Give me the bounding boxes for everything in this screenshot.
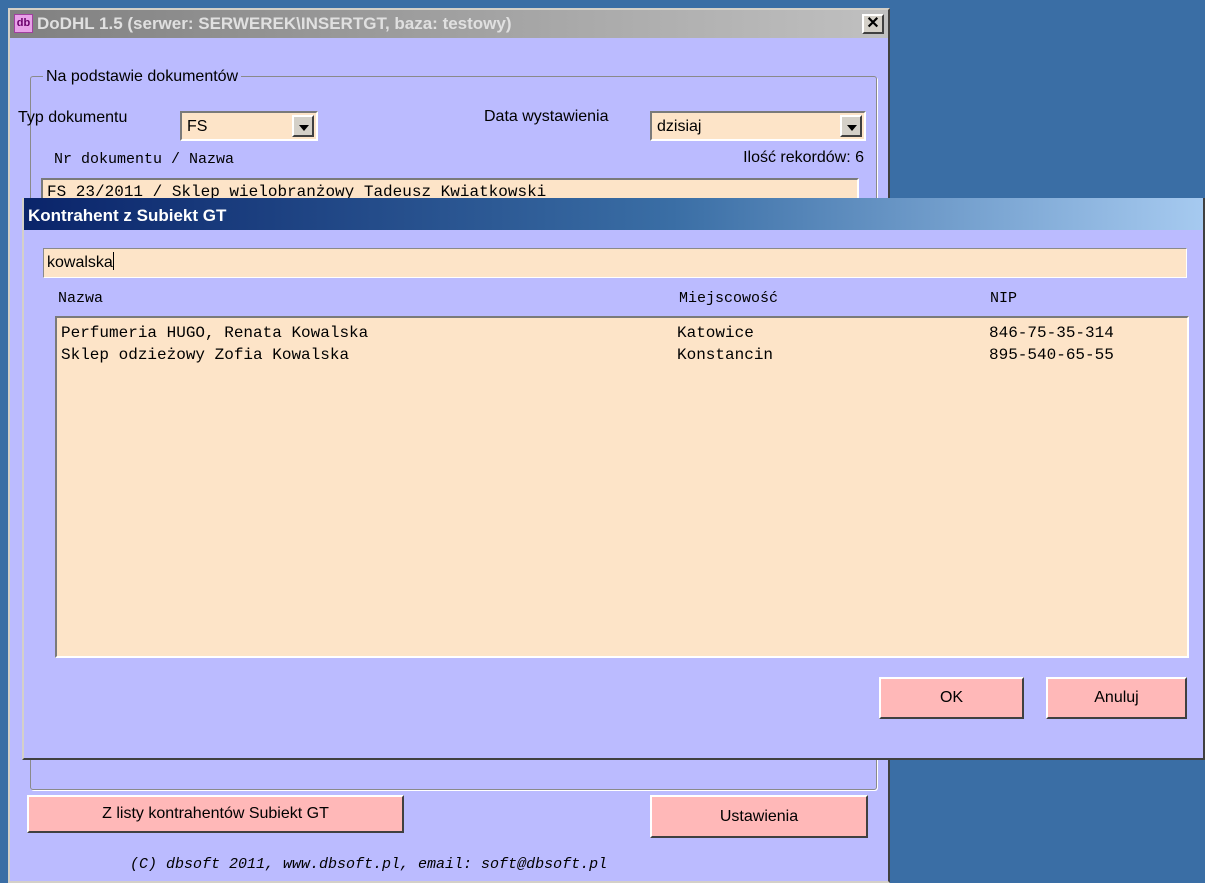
app-icon: db bbox=[14, 14, 33, 33]
results-list[interactable]: Perfumeria HUGO, Renata Kowalska Katowic… bbox=[55, 316, 1189, 658]
doc-list-label: Nr dokumentu / Nazwa bbox=[54, 151, 235, 168]
dialog-title: Kontrahent z Subiekt GT bbox=[28, 206, 227, 225]
dialog-titlebar[interactable]: Kontrahent z Subiekt GT bbox=[24, 198, 1203, 230]
doc-type-select[interactable]: FS bbox=[180, 111, 318, 141]
settings-button[interactable]: Ustawienia bbox=[650, 795, 868, 838]
date-value: dzisiaj bbox=[657, 118, 702, 135]
group-label: Na podstawie dokumentów bbox=[43, 68, 242, 86]
cancel-button[interactable]: Anuluj bbox=[1046, 677, 1187, 719]
text-caret bbox=[112, 252, 114, 270]
doc-type-label: Typ dokumentu bbox=[18, 109, 128, 126]
row-name: Perfumeria HUGO, Renata Kowalska bbox=[61, 324, 369, 342]
list-item[interactable]: Perfumeria HUGO, Renata Kowalska Katowic… bbox=[57, 322, 1187, 344]
date-label: Data wystawienia bbox=[484, 108, 609, 125]
row-nip: 846-75-35-314 bbox=[989, 324, 1114, 342]
ok-button[interactable]: OK bbox=[879, 677, 1024, 719]
row-city: Konstancin bbox=[677, 346, 774, 364]
column-header-nip: NIP bbox=[990, 290, 1018, 307]
column-header-name: Nazwa bbox=[58, 290, 104, 307]
window-title: DoDHL 1.5 (serwer: SERWEREK\INSERTGT, ba… bbox=[37, 14, 512, 33]
main-titlebar[interactable]: db DoDHL 1.5 (serwer: SERWEREK\INSERTGT,… bbox=[10, 10, 888, 38]
date-select[interactable]: dzisiaj bbox=[650, 111, 866, 141]
row-name: Sklep odzieżowy Zofia Kowalska bbox=[61, 346, 350, 364]
doc-type-value: FS bbox=[187, 118, 208, 135]
search-value: kowalska bbox=[47, 254, 113, 271]
column-header-city: Miejscowość bbox=[679, 290, 779, 307]
contractor-dialog: Kontrahent z Subiekt GT kowalska Nazwa M… bbox=[22, 198, 1205, 760]
search-input[interactable]: kowalska bbox=[43, 248, 1187, 278]
close-icon[interactable]: ✕ bbox=[862, 14, 884, 34]
footer-copyright: (C) dbsoft 2011, www.dbsoft.pl, email: s… bbox=[130, 856, 608, 873]
row-city: Katowice bbox=[677, 324, 754, 342]
contractors-list-button[interactable]: Z listy kontrahentów Subiekt GT bbox=[27, 795, 404, 833]
chevron-down-icon[interactable] bbox=[292, 115, 314, 137]
row-nip: 895-540-65-55 bbox=[989, 346, 1114, 364]
list-item[interactable]: Sklep odzieżowy Zofia Kowalska Konstanci… bbox=[57, 344, 1187, 366]
chevron-down-icon[interactable] bbox=[840, 115, 862, 137]
record-count: Ilość rekordów: 6 bbox=[743, 149, 864, 166]
